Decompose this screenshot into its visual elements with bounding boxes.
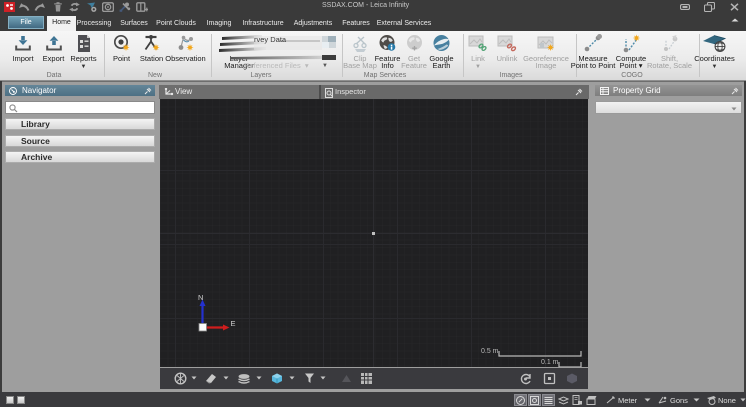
- svg-text:E: E: [231, 319, 236, 328]
